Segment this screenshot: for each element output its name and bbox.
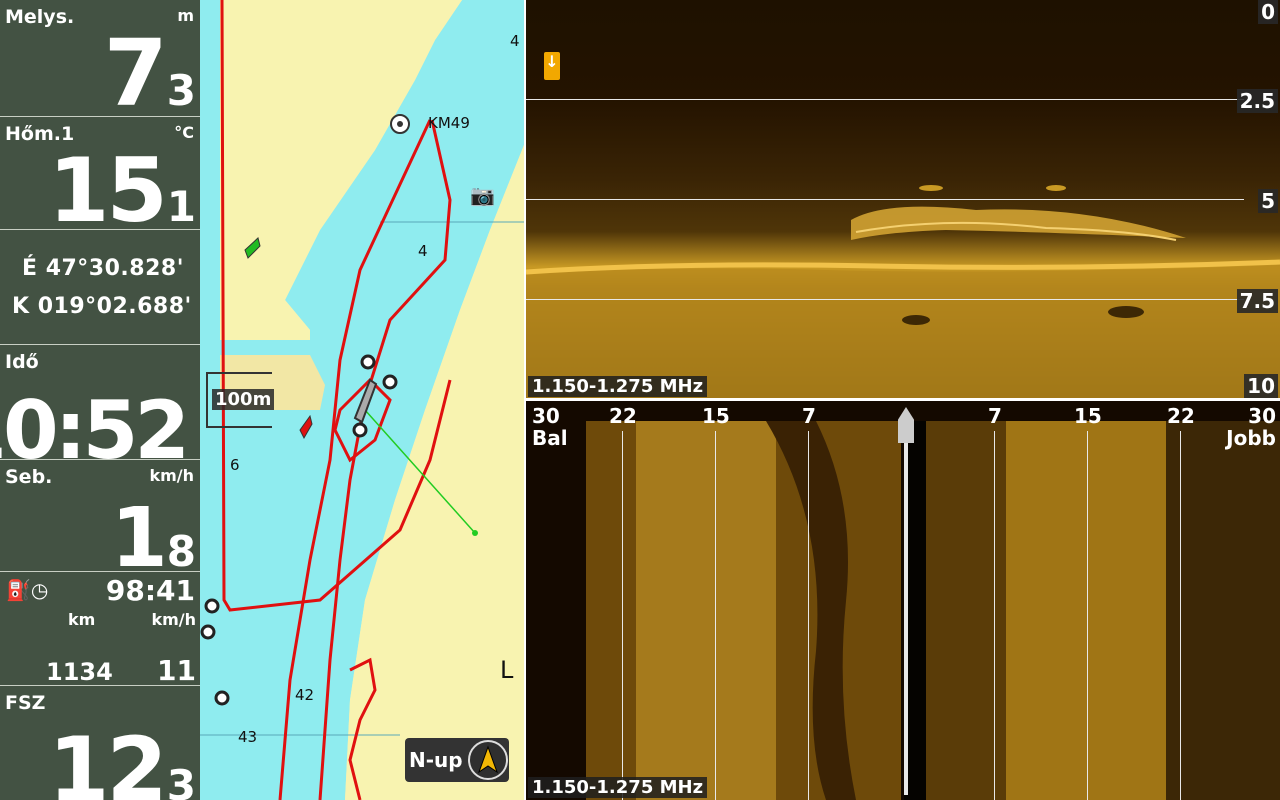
range-line-l22: [622, 431, 623, 800]
time-cell[interactable]: Idő 10:52: [0, 345, 200, 471]
range-r22: 22: [1167, 404, 1195, 428]
range-r7: 7: [988, 404, 1002, 428]
latitude: É 47°30.828': [22, 256, 184, 281]
depth-scale-2-5: 2.5: [1236, 89, 1278, 113]
range-l15: 15: [702, 404, 730, 428]
speed-unit: km/h: [149, 466, 194, 485]
water-temp-cell[interactable]: FSZ 123: [0, 686, 200, 800]
scale-label: 100m: [212, 389, 275, 410]
depth-cursor-icon[interactable]: ↓: [544, 52, 560, 80]
water-temp-value: 123: [48, 718, 196, 800]
depth-line-7-5: [526, 299, 1244, 300]
depth-label: Melys.: [5, 6, 75, 28]
trip-cell[interactable]: ⛽◷ 98:41 km km/h 1134 11: [0, 572, 200, 687]
left-side-label: Bal: [532, 426, 568, 450]
trip-time: 98:41: [105, 574, 195, 607]
range-line-l7: [808, 431, 809, 800]
trip-distance: 1134: [46, 658, 113, 686]
depth-cell[interactable]: Melys. m 73: [0, 0, 200, 127]
down-frequency-label: 1.150-1.275 MHz: [528, 376, 708, 397]
data-sidebar: Melys. m 73 Hőm.1 °C 151 É 47°30.828' K …: [0, 0, 200, 800]
sounding-11: L: [500, 656, 514, 684]
speed-value: 18: [110, 491, 196, 586]
center-line: [904, 426, 908, 795]
temp-value: 151: [48, 139, 196, 242]
range-r15: 15: [1074, 404, 1102, 428]
sounding-8: 43: [238, 728, 258, 746]
range-r30: 30: [1248, 404, 1276, 428]
temp-unit: °C: [174, 123, 194, 142]
side-imaging-pane[interactable]: 30 22 15 7 7 15 22 30 Bal Jobb 1.150-1.2…: [526, 401, 1280, 800]
range-line-r22: [1180, 431, 1181, 800]
depth-scale-10: 10: [1244, 374, 1278, 398]
water-temp-label: FSZ: [5, 692, 46, 714]
sounding-1: 4: [510, 32, 520, 50]
right-side-label: Jobb: [1226, 426, 1276, 450]
sounding-4: 6: [230, 456, 240, 474]
range-l30: 30: [532, 404, 560, 428]
navigation-chart[interactable]: KM49 4 4 6 42 43 L 📷 100m N-up: [200, 0, 526, 800]
time-value: 10:52: [0, 384, 190, 477]
depth-scale-0: 0: [1258, 0, 1278, 24]
longitude: K 019°02.688': [12, 294, 192, 319]
range-line-r7: [994, 431, 995, 800]
camera-icon[interactable]: 📷: [470, 183, 495, 207]
depth-scale-7-5: 7.5: [1236, 289, 1278, 313]
side-sonar-returns: [586, 421, 1280, 800]
speed-label: Seb.: [5, 466, 53, 488]
time-label: Idő: [5, 351, 39, 373]
sounding-2: 4: [418, 242, 428, 260]
depth-unit: m: [177, 6, 194, 25]
temp-cell[interactable]: Hőm.1 °C 151: [0, 117, 200, 235]
compass-icon[interactable]: [468, 740, 508, 780]
sounding-7: 42: [295, 686, 315, 704]
side-frequency-label: 1.150-1.275 MHz: [528, 777, 708, 798]
waypoint-label: KM49: [428, 114, 470, 132]
structure-return: [851, 206, 1186, 240]
trip-speed: 11: [157, 654, 196, 687]
depth-scale-5: 5: [1258, 189, 1278, 213]
range-l7: 7: [802, 404, 816, 428]
trip-speed-unit: km/h: [151, 610, 196, 629]
down-imaging-pane[interactable]: ↓ 0 2.5 5 7.5 10 1.150-1.275 MHz: [526, 0, 1280, 399]
range-line-r15: [1087, 431, 1088, 800]
orientation-label: N-up: [409, 748, 463, 772]
trip-dist-unit: km: [68, 610, 96, 629]
speed-cell[interactable]: Seb. km/h 18: [0, 460, 200, 580]
fuel-timer-icon: ⛽◷: [6, 578, 49, 602]
position-cell[interactable]: É 47°30.828' K 019°02.688': [0, 230, 200, 345]
depth-value: 73: [103, 20, 196, 127]
depth-line-5: [526, 199, 1244, 200]
depth-line-2-5: [526, 99, 1244, 100]
range-l22: 22: [609, 404, 637, 428]
range-line-l15: [715, 431, 716, 800]
